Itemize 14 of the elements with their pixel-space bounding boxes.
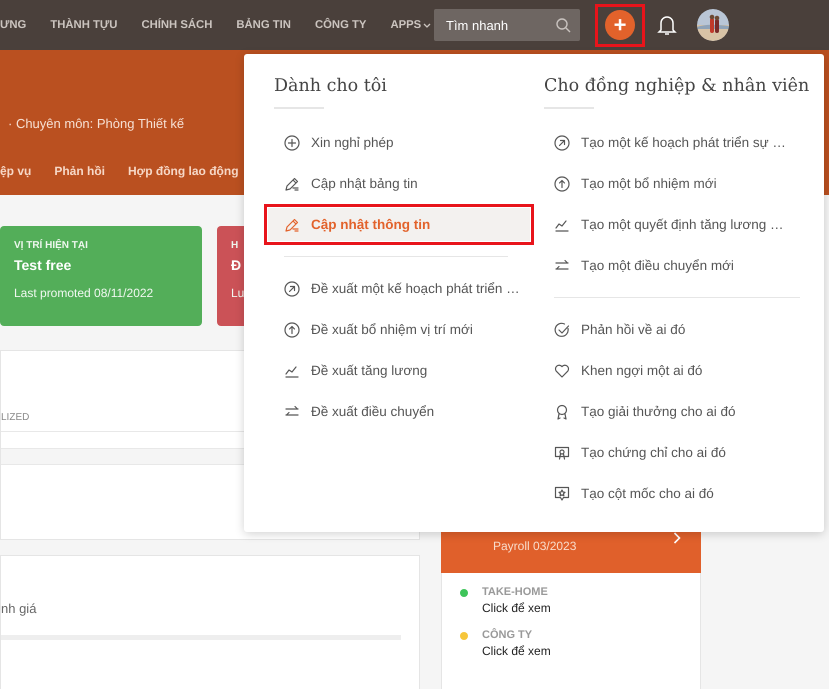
card-label: VỊ TRÍ HIỆN TẠI — [14, 240, 88, 251]
review-text: nh giá — [1, 601, 36, 616]
column-header: LIZED — [1, 412, 30, 422]
menu-heading: Dành cho tôi — [274, 75, 388, 98]
entry-label: TAKE-HOME — [482, 586, 548, 598]
card-title: Test free — [14, 257, 72, 273]
card-note: Last promoted 08/11/2022 — [14, 286, 154, 300]
payroll-period: Payroll 03/2023 — [493, 539, 576, 553]
card-label: H — [231, 240, 238, 251]
card-note: Lu — [231, 286, 244, 300]
menu-heading: Cho đồng nghiệp & nhân viên — [544, 75, 810, 98]
department-text: · Chuyên môn: Phòng Thiết kế — [8, 116, 184, 131]
entry-label: CÔNG TY — [482, 629, 532, 641]
card-title: Đ — [231, 257, 242, 273]
